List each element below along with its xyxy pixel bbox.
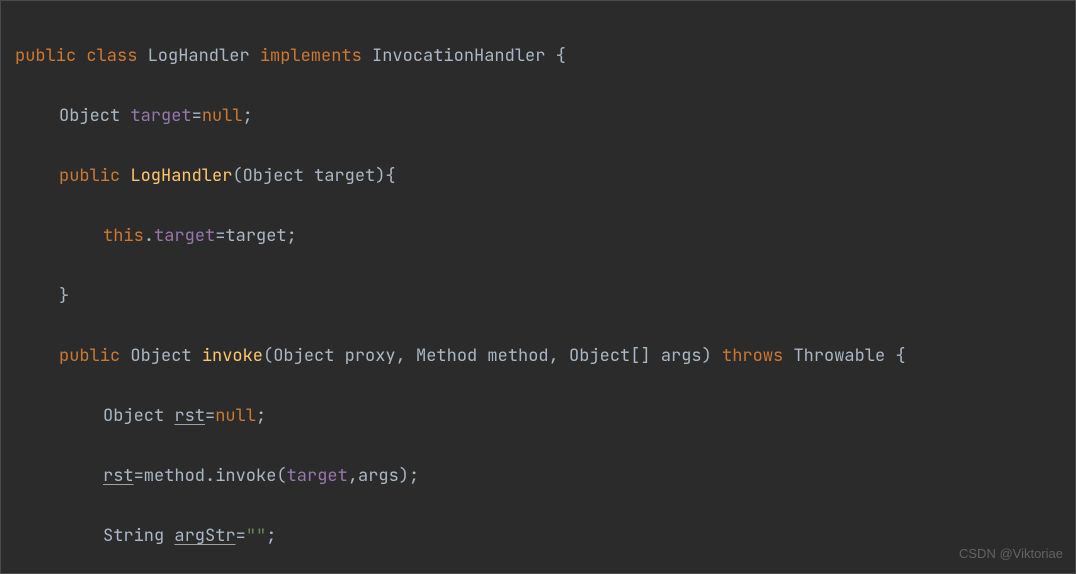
semi: ; <box>266 525 276 547</box>
eq: = <box>192 105 202 127</box>
param-type: Object <box>243 165 304 187</box>
paren: ( <box>232 165 242 187</box>
code-line-3: public LogHandler(Object target){ <box>15 161 1075 191</box>
kw-public: public <box>15 45 76 67</box>
code-line-1: public class LogHandler implements Invoc… <box>15 41 1075 71</box>
string-empty: "" <box>246 525 266 547</box>
kw-implements: implements <box>260 45 362 67</box>
watermark: CSDN @Viktoriae <box>959 539 1063 569</box>
field-target: target <box>130 105 191 127</box>
kw-throws: throws <box>722 345 783 367</box>
call: =method.invoke( <box>134 465 287 487</box>
kw-class: class <box>86 45 137 67</box>
field-target: target <box>154 225 215 247</box>
kw-null: null <box>202 105 243 127</box>
code-line-4: this.target=target; <box>15 221 1075 251</box>
code-line-2: Object target=null; <box>15 101 1075 131</box>
params: (Object proxy, Method method, Object[] a… <box>263 345 712 367</box>
var-rst: rst <box>103 465 134 487</box>
var-argstr: argStr <box>174 525 235 547</box>
iface-name: InvocationHandler <box>372 45 545 67</box>
kw-this: this <box>103 225 144 247</box>
kw-null: null <box>215 405 256 427</box>
brace: } <box>59 285 69 307</box>
param-name: target <box>314 165 375 187</box>
code-line-7: Object rst=null; <box>15 401 1075 431</box>
brace: { <box>556 45 566 67</box>
eq: = <box>205 405 215 427</box>
kw-public: public <box>59 165 120 187</box>
eq: = <box>236 525 246 547</box>
call-tail: ,args); <box>348 465 419 487</box>
field-target: target <box>287 465 348 487</box>
method-invoke: invoke <box>202 345 263 367</box>
type: Object <box>59 105 120 127</box>
ret-type: Object <box>130 345 191 367</box>
code-line-5: } <box>15 281 1075 311</box>
eq: = <box>215 225 225 247</box>
paren-brace: ){ <box>375 165 395 187</box>
rhs: target; <box>225 225 296 247</box>
ctor-name: LogHandler <box>130 165 232 187</box>
var-rst: rst <box>174 405 205 427</box>
kw-public: public <box>59 345 120 367</box>
type: String <box>103 525 164 547</box>
code-line-6: public Object invoke(Object proxy, Metho… <box>15 341 1075 371</box>
throws-type: Throwable { <box>793 345 905 367</box>
class-name: LogHandler <box>148 45 250 67</box>
semi: ; <box>256 405 266 427</box>
code-line-9: String argStr=""; <box>15 521 1075 551</box>
dot: . <box>144 225 154 247</box>
code-line-8: rst=method.invoke(target,args); <box>15 461 1075 491</box>
code-editor: public class LogHandler implements Invoc… <box>0 0 1076 574</box>
type: Object <box>103 405 164 427</box>
semi: ; <box>243 105 253 127</box>
